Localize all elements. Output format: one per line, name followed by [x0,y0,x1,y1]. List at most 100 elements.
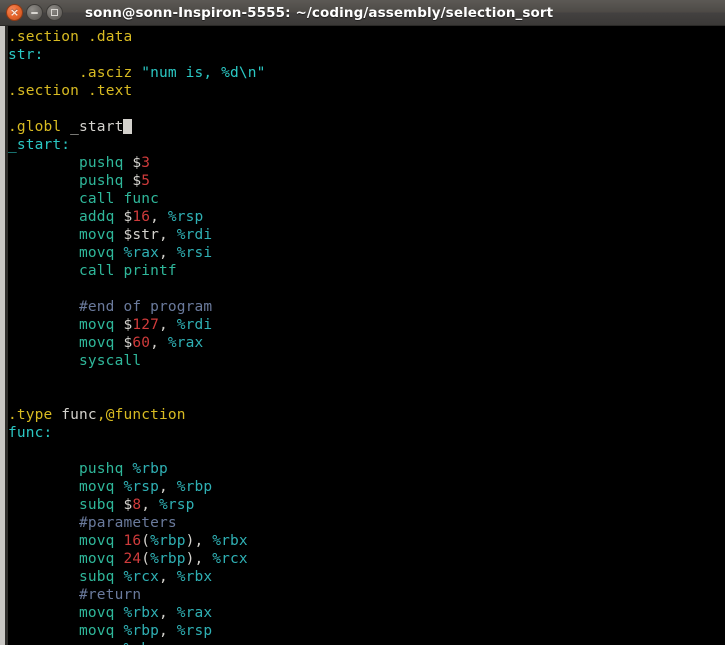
code-token: %rax [176,605,213,621]
maximize-button[interactable] [46,4,63,21]
code-token: .text [87,83,133,99]
code-line: subq $8, %rsp [8,496,725,514]
code-token: #return [79,587,142,603]
code-line: movq %rbp, %rsp [8,622,725,640]
window-controls: × [0,4,63,21]
code-token: %rbx [176,569,213,585]
code-token: , [159,479,177,495]
code-token: ), [185,533,213,549]
code-line: call func [8,190,725,208]
code-token: call [79,263,115,279]
code-line: #parameters [8,514,725,532]
maximize-icon [51,9,58,16]
code-token: , [159,569,177,585]
code-token: popq [79,641,115,645]
code-token: %rsi [176,245,213,261]
code-token: movq [79,479,115,495]
code-token: printf [123,263,177,279]
code-token: "num is, %d\n" [141,65,266,81]
code-token: 3 [141,155,151,171]
code-token: func [61,407,97,423]
code-token: pushq [79,461,124,477]
code-line: .globl _start [8,118,725,136]
editor-text-area[interactable]: .section .data str: .asciz "num is, %d\n"… [8,26,725,645]
code-line: movq %rsp, %rbp [8,478,725,496]
code-token: addq [79,209,115,225]
close-icon: × [9,5,20,19]
code-token: %rdi [176,317,213,333]
code-token: %rdi [176,227,213,243]
code-token: movq [79,623,115,639]
code-token: $str [123,227,159,243]
code-token: .type [8,407,53,423]
code-token: %rbx [212,533,248,549]
terminal-screen[interactable]: .section .data str: .asciz "num is, %d\n"… [0,26,725,645]
code-token: %rbp [123,623,159,639]
code-line: subq %rcx, %rbx [8,568,725,586]
code-line: func: [8,424,725,442]
code-token: , [159,245,177,261]
code-token: $ [132,173,142,189]
minimize-button[interactable] [26,4,43,21]
code-line: pushq $3 [8,154,725,172]
code-token: 24 [123,551,142,567]
code-token: .section [8,83,80,99]
code-token: %rbp [176,479,213,495]
code-line: .section .text [8,82,725,100]
code-line: #return [8,586,725,604]
code-token: %rbp [132,461,168,477]
code-token: movq [79,245,115,261]
code-token: %rax [123,245,159,261]
code-token: pushq [79,173,124,189]
code-line: syscall [8,352,725,370]
code-token: %rbx [123,605,159,621]
code-token: .data [87,29,133,45]
code-token: ( [141,551,151,567]
code-token: subq [79,569,115,585]
code-line: movq %rbx, %rax [8,604,725,622]
code-token: 16 [123,533,142,549]
code-line: #end of program [8,298,725,316]
code-token: pushq [79,155,124,171]
code-line: addq $16, %rsp [8,208,725,226]
code-token: movq [79,317,115,333]
window-titlebar[interactable]: × sonn@sonn-Inspiron-5555: ~/coding/asse… [0,0,725,26]
code-token: 16 [132,209,151,225]
code-token: , [150,335,168,351]
code-token: movq [79,551,115,567]
code-token: %rbp [150,533,186,549]
code-token: , [159,317,177,333]
code-token: func [123,191,159,207]
close-button[interactable]: × [6,4,23,21]
code-token: %rcx [212,551,248,567]
code-token: %rbp [123,641,159,645]
code-token: movq [79,605,115,621]
code-token: , [150,209,168,225]
code-line: movq $str, %rdi [8,226,725,244]
code-token: %rcx [123,569,159,585]
code-token: %rsp [176,623,213,639]
code-token: 127 [132,317,159,333]
code-token: , [141,497,160,513]
